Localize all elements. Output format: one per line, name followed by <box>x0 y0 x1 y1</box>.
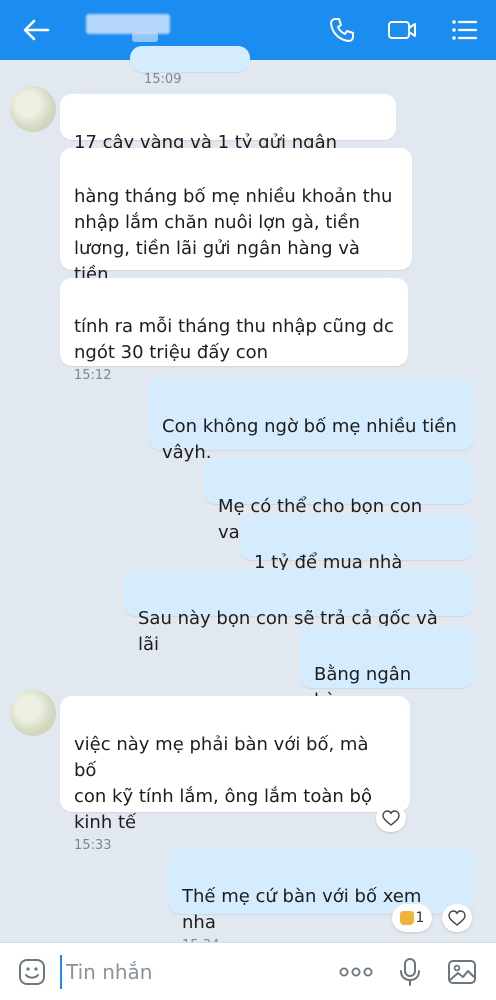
message-bubble-incoming[interactable]: việc này mẹ phải bàn với bố, mà bố con k… <box>60 696 410 853</box>
message-bubble-outgoing[interactable]: Bằng ngân hàng 15:32 <box>300 626 474 731</box>
message-text: tính ra mỗi tháng thu nhập cũng dc ngót … <box>74 316 394 363</box>
message-text: việc này mẹ phải bàn với bố, mà bố con k… <box>74 734 372 833</box>
heart-icon <box>448 910 466 926</box>
message-bubble-outgoing[interactable]: 15:09 <box>130 46 250 87</box>
reaction-count: 1 <box>415 910 425 926</box>
message-bubble-incoming[interactable]: hàng tháng bố mẹ nhiều khoản thu nhập lắ… <box>60 148 412 311</box>
message-bubble-outgoing[interactable]: 1 tỷ để mua nhà không <box>240 514 474 599</box>
contact-status-blurred <box>132 32 158 42</box>
message-text: Con không ngờ bố mẹ nhiều tiền vâyh. <box>162 416 457 463</box>
avatar[interactable] <box>10 86 56 132</box>
message-bubble-outgoing[interactable]: Sau này bọn con sẽ trả cả gốc và lãi <box>124 570 474 655</box>
message-bubble-outgoing[interactable]: Con không ngờ bố mẹ nhiều tiền vâyh. <box>148 378 474 463</box>
avatar[interactable] <box>10 690 56 736</box>
thumbs-up-icon <box>399 911 414 925</box>
arrow-left-icon[interactable] <box>18 14 54 46</box>
reaction-heart-button[interactable] <box>376 804 406 832</box>
message-time: 15:09 <box>144 72 182 87</box>
message-input[interactable]: Tin nhắn <box>60 955 300 989</box>
message-text: Thế mẹ cứ bàn với bố xem nha <box>182 886 422 933</box>
image-icon[interactable] <box>446 956 478 988</box>
contact-name-blurred[interactable] <box>86 14 170 34</box>
message-bubble-incoming[interactable]: tính ra mỗi tháng thu nhập cũng dc ngót … <box>60 278 408 383</box>
message-bubble-outgoing[interactable]: Thế mẹ cứ bàn với bố xem nha 15:34 <box>168 848 474 953</box>
message-list[interactable]: 15:09 17 cây vàng và 1 tỷ gửi ngân hàng … <box>0 46 496 953</box>
reaction-heart-button[interactable] <box>442 904 472 932</box>
reaction-like-summary[interactable]: 1 <box>392 904 432 932</box>
video-camera-icon[interactable] <box>386 14 418 46</box>
message-bubble-incoming[interactable]: 17 cây vàng và 1 tỷ gửi ngân hàng <box>60 94 396 179</box>
message-bubble-outgoing[interactable]: Mẹ có thể cho bọn con vay <box>204 458 474 543</box>
more-dots-icon[interactable] <box>336 956 376 988</box>
microphone-icon[interactable] <box>394 956 426 988</box>
heart-icon <box>382 810 400 826</box>
sticker-icon[interactable] <box>16 956 48 988</box>
composer-bar: Tin nhắn <box>0 942 496 1000</box>
list-menu-icon[interactable] <box>448 14 480 46</box>
phone-icon[interactable] <box>326 14 358 46</box>
